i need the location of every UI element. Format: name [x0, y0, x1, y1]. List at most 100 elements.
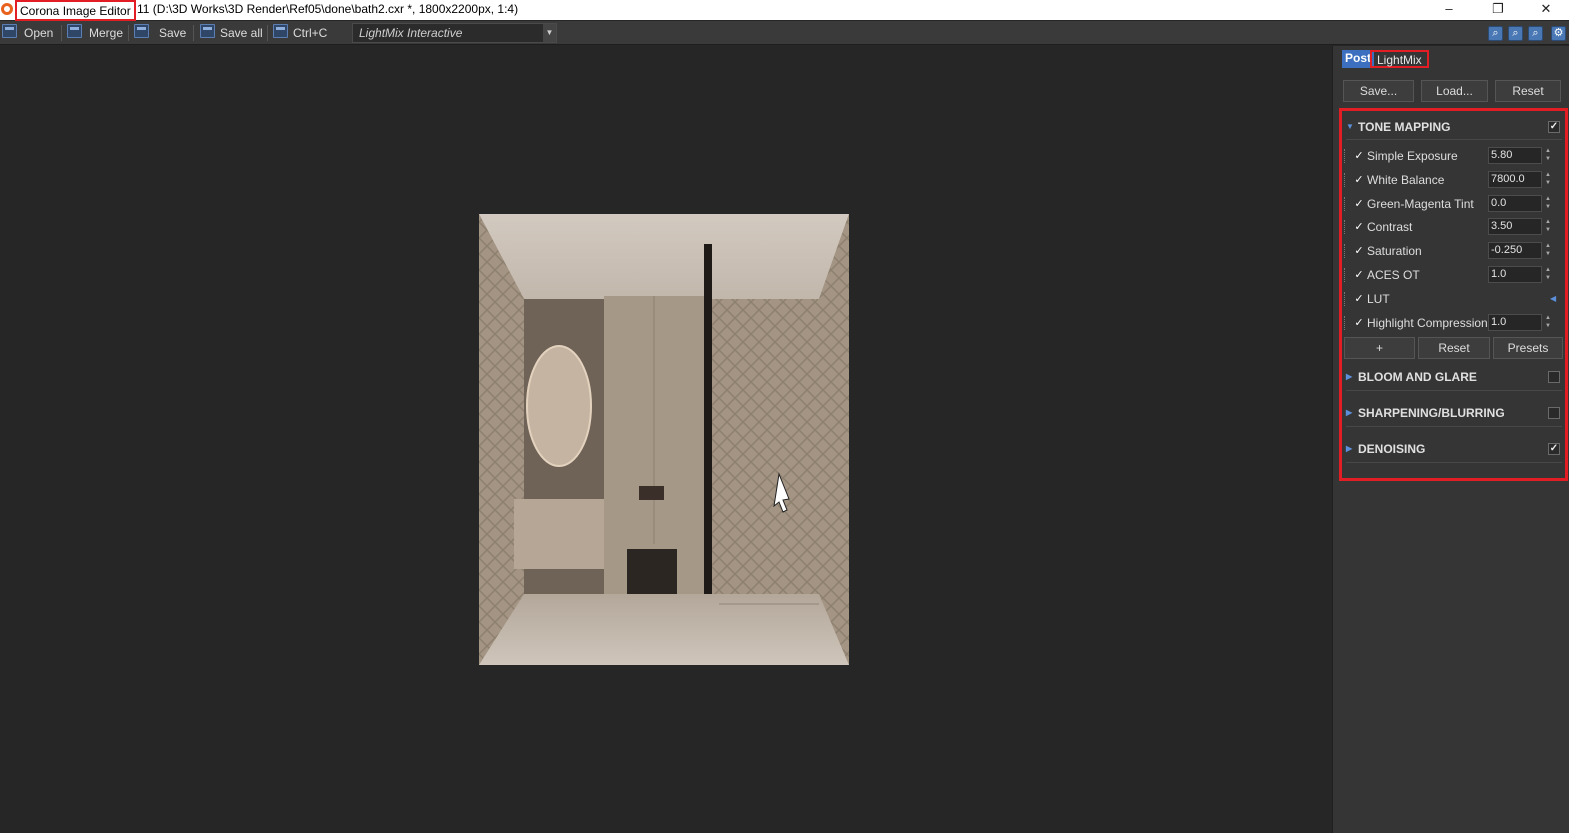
tone-mapping-row: ✓ White Balance 7800.0 ▲ ▼ — [1344, 169, 1562, 191]
tone-mapping-row: ✓ Saturation -0.250 ▲ ▼ — [1344, 240, 1562, 262]
save-settings-button[interactable]: Save... — [1343, 80, 1414, 102]
tone-mapping-row: ✓ ACES OT 1.0 ▲ ▼ — [1344, 264, 1562, 286]
drag-handle-icon[interactable] — [1344, 291, 1347, 306]
operator-name: Green-Magenta Tint — [1367, 196, 1474, 211]
document-info: 11 (D:\3D Works\3D Render\Ref05\done\bat… — [137, 2, 519, 16]
tone-mapping-header[interactable]: ▼ TONE MAPPING ✓ — [1346, 117, 1562, 137]
toolbar-divider — [128, 25, 129, 41]
divider — [1346, 139, 1562, 140]
lightmix-mode-select[interactable]: LightMix Interactive ▼ — [352, 23, 557, 43]
spinner-arrows-icon[interactable]: ▲ ▼ — [1543, 218, 1553, 235]
merge-icon — [67, 24, 82, 38]
rendered-image[interactable] — [479, 214, 849, 665]
divider — [1346, 426, 1562, 427]
operator-name: White Balance — [1367, 172, 1445, 187]
operator-value-field[interactable]: 7800.0 — [1488, 170, 1542, 188]
tone-mapping-row: ✓ Highlight Compression 1.0 ▲ ▼ — [1344, 312, 1562, 334]
collapsed-arrow-icon: ▶ — [1346, 408, 1353, 417]
tab-lightmix[interactable]: LightMix — [1370, 50, 1429, 68]
operator-value-field[interactable]: 1.0 — [1488, 313, 1542, 331]
operator-checkbox[interactable]: ✓ — [1353, 293, 1365, 305]
spinner-arrows-icon[interactable]: ▲ ▼ — [1543, 147, 1553, 164]
drag-handle-icon[interactable] — [1344, 196, 1347, 211]
sharpening-blurring-title: SHARPENING/BLURRING — [1358, 406, 1505, 420]
expand-arrow-icon[interactable]: ◀ — [1550, 288, 1556, 310]
add-operator-button[interactable]: + — [1344, 337, 1415, 359]
open-icon — [2, 24, 17, 38]
drag-handle-icon[interactable] — [1344, 149, 1347, 163]
post-panel: Post LightMix Save... Load... Reset ▼ TO… — [1332, 46, 1569, 833]
save-all-icon — [200, 24, 215, 38]
operator-checkbox[interactable]: ✓ — [1353, 317, 1365, 329]
drag-handle-icon[interactable] — [1344, 220, 1347, 235]
operator-checkbox[interactable]: ✓ — [1353, 245, 1365, 257]
drag-handle-icon[interactable] — [1344, 315, 1347, 330]
load-settings-button[interactable]: Load... — [1421, 80, 1488, 102]
divider — [1346, 462, 1562, 463]
tone-mapping-checkbox[interactable]: ✓ — [1548, 121, 1560, 133]
toolbar-divider — [61, 25, 62, 41]
tone-mapping-row: ✓ LUT ◀ — [1344, 288, 1562, 310]
operator-name: ACES OT — [1367, 268, 1420, 282]
copy-button[interactable]: Ctrl+C — [293, 23, 327, 43]
toolbar-divider — [267, 25, 268, 41]
merge-button[interactable]: Merge — [89, 23, 123, 43]
operator-checkbox[interactable]: ✓ — [1353, 198, 1365, 210]
drag-handle-icon[interactable] — [1344, 172, 1347, 187]
save-icon — [134, 24, 149, 38]
operator-checkbox[interactable]: ✓ — [1353, 221, 1365, 233]
restore-button[interactable]: ❐ — [1486, 0, 1510, 20]
bloom-glare-header[interactable]: ▶ BLOOM AND GLARE — [1346, 367, 1562, 387]
expanded-arrow-icon: ▼ — [1346, 122, 1354, 131]
settings-sections: ▼ TONE MAPPING ✓ ✓ Simple Exposure 5.80 ▲ ▼ ✓… — [1339, 108, 1568, 481]
spinner-arrows-icon[interactable]: ▲ ▼ — [1543, 242, 1553, 259]
denoising-title: DENOISING — [1358, 442, 1426, 456]
operator-value-field[interactable]: 0.0 — [1488, 194, 1542, 212]
save-button[interactable]: Save — [159, 23, 186, 43]
operator-value-field[interactable]: 5.80 — [1488, 147, 1542, 164]
operator-checkbox[interactable]: ✓ — [1353, 174, 1365, 186]
toolbar: Open Merge Save Save all Ctrl+C — [0, 21, 1569, 45]
operator-value-field[interactable]: 1.0 — [1488, 266, 1542, 283]
copy-icon — [273, 24, 288, 38]
app-name: Corona Image Editor — [15, 0, 136, 21]
tone-mapping-row: ✓ Simple Exposure 5.80 ▲ ▼ — [1344, 145, 1562, 167]
spinner-arrows-icon[interactable]: ▲ ▼ — [1543, 171, 1553, 188]
corona-app-icon — [1, 3, 13, 15]
operator-value-field[interactable]: 3.50 — [1488, 218, 1542, 236]
collapsed-arrow-icon: ▶ — [1346, 444, 1353, 453]
zoom-fit-icon[interactable]: ⌕ — [1488, 26, 1503, 41]
tone-mapping-row: ✓ Green-Magenta Tint 0.0 ▲ ▼ — [1344, 193, 1562, 215]
close-button[interactable]: ✕ — [1534, 0, 1558, 20]
operator-name: Saturation — [1367, 244, 1422, 259]
spinner-arrows-icon[interactable]: ▲ ▼ — [1543, 266, 1553, 283]
reset-settings-button[interactable]: Reset — [1495, 80, 1561, 102]
operator-name: Simple Exposure — [1367, 149, 1458, 163]
save-all-button[interactable]: Save all — [220, 23, 263, 43]
denoising-checkbox[interactable]: ✓ — [1548, 443, 1560, 455]
tone-mapping-row: ✓ Contrast 3.50 ▲ ▼ — [1344, 216, 1562, 238]
presets-button[interactable]: Presets — [1493, 337, 1563, 359]
operator-value-field[interactable]: -0.250 — [1488, 242, 1542, 260]
lightmix-mode-value: LightMix Interactive — [359, 26, 463, 40]
drag-handle-icon[interactable] — [1344, 244, 1347, 259]
spinner-arrows-icon[interactable]: ▲ ▼ — [1543, 195, 1553, 212]
operator-name: Contrast — [1367, 220, 1413, 235]
collapsed-arrow-icon: ▶ — [1346, 372, 1353, 381]
denoising-header[interactable]: ▶ DENOISING ✓ — [1346, 439, 1562, 459]
operator-checkbox[interactable]: ✓ — [1353, 269, 1365, 281]
spinner-arrows-icon[interactable]: ▲ ▼ — [1543, 314, 1553, 331]
settings-icon[interactable]: ⚙ — [1551, 26, 1566, 41]
tone-mapping-reset-button[interactable]: Reset — [1418, 337, 1490, 359]
operator-checkbox[interactable]: ✓ — [1353, 150, 1365, 162]
divider — [1346, 390, 1562, 391]
sharpening-blurring-checkbox[interactable] — [1548, 407, 1560, 419]
minimize-button[interactable]: – — [1437, 0, 1461, 20]
zoom-out-icon[interactable]: ⌕ — [1508, 26, 1523, 41]
open-button[interactable]: Open — [24, 23, 53, 43]
drag-handle-icon[interactable] — [1344, 268, 1347, 282]
bloom-glare-checkbox[interactable] — [1548, 371, 1560, 383]
sharpening-blurring-header[interactable]: ▶ SHARPENING/BLURRING — [1346, 403, 1562, 423]
toolbar-divider — [193, 25, 194, 41]
zoom-in-icon[interactable]: ⌕ — [1528, 26, 1543, 41]
